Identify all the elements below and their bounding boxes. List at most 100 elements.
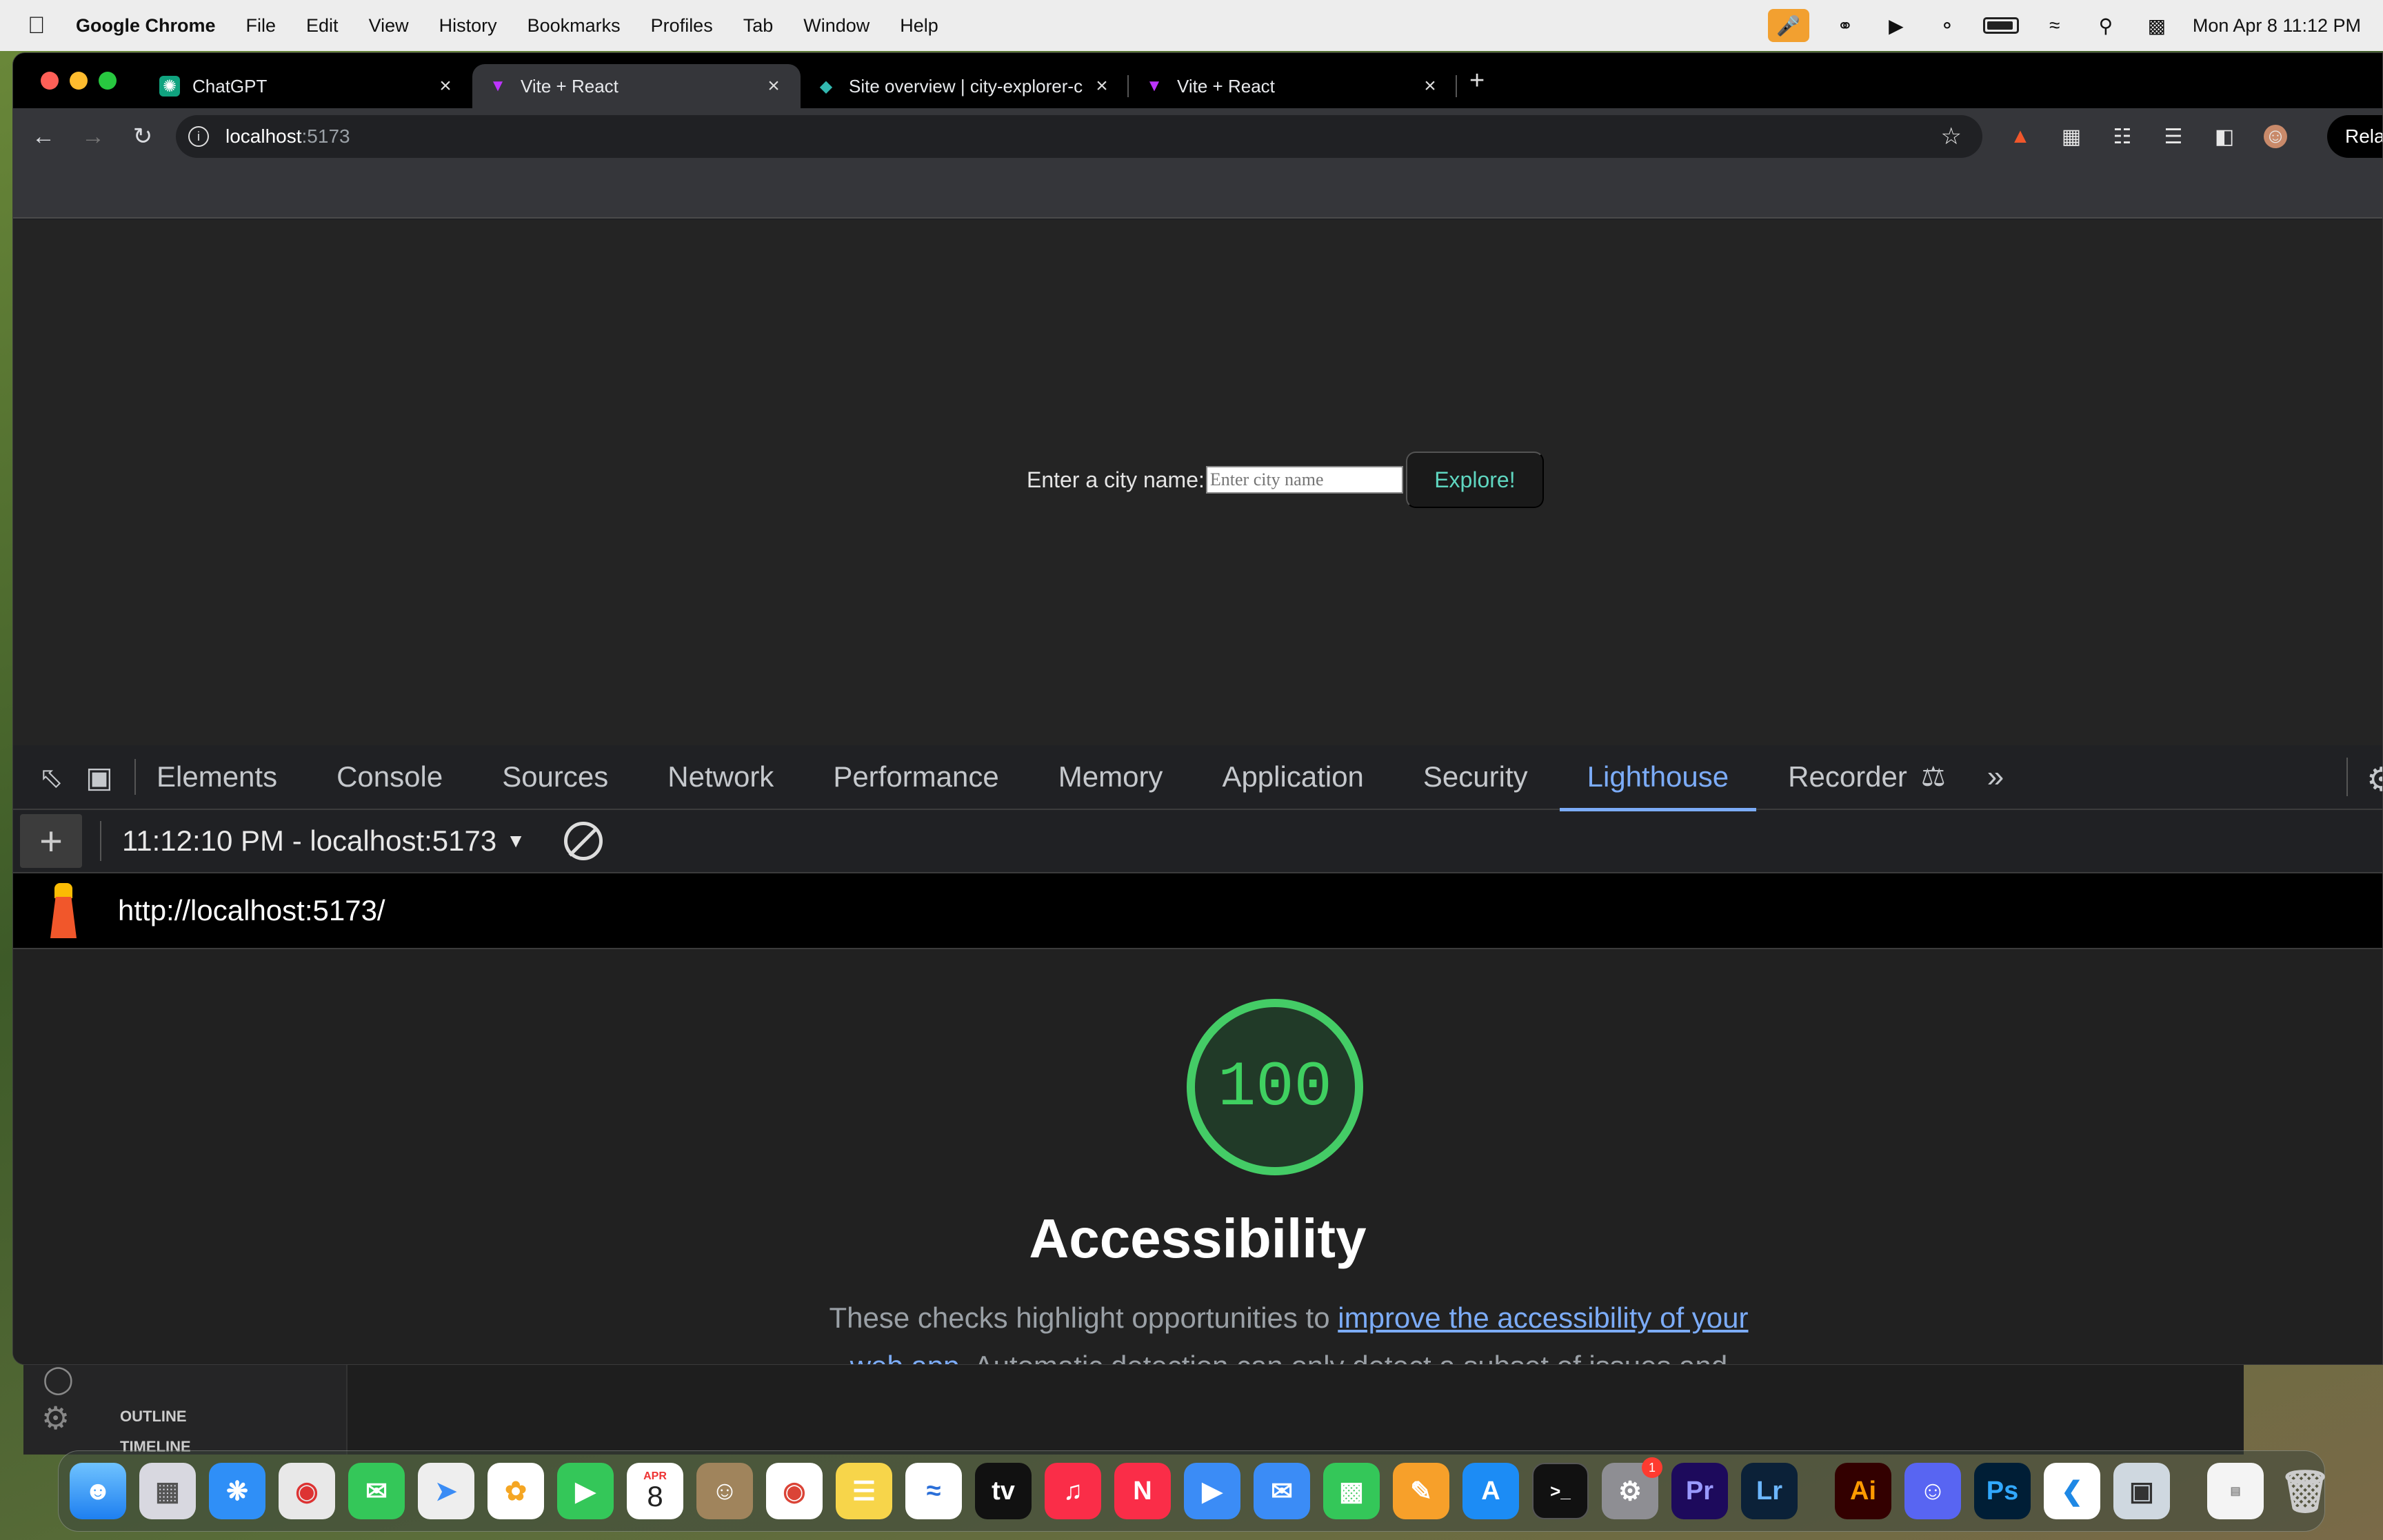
app-store-icon[interactable]: A — [1462, 1463, 1519, 1519]
menu-history[interactable]: History — [439, 15, 497, 37]
device-toolbar-icon[interactable]: ▣ — [75, 760, 123, 794]
menu-profiles[interactable]: Profiles — [651, 15, 713, 37]
tab-performance[interactable]: Performance — [833, 760, 998, 793]
menu-file[interactable]: File — [246, 15, 276, 37]
account-icon[interactable]: ◯ — [43, 1364, 74, 1395]
address-bar[interactable]: i localhost :5173 ☆ — [176, 115, 1982, 158]
tab-recorder[interactable]: Recorder — [1788, 760, 1907, 793]
photoshop-icon[interactable]: Ps — [1974, 1463, 2031, 1519]
menu-tab[interactable]: Tab — [743, 15, 774, 37]
minimize-window-button[interactable] — [70, 72, 88, 90]
close-tab-icon[interactable]: × — [1090, 74, 1114, 98]
news-icon[interactable]: N — [1114, 1463, 1171, 1519]
finder-icon[interactable]: ☻ — [70, 1463, 126, 1519]
apple-menu-icon[interactable]:  — [28, 12, 55, 39]
terminal-icon[interactable]: >_ — [1532, 1463, 1589, 1519]
creative-cloud-icon[interactable]: ⚭ — [1830, 10, 1860, 41]
explore-button[interactable]: Explore! — [1405, 452, 1544, 508]
pages-icon[interactable]: ✎ — [1393, 1463, 1449, 1519]
tab-vite-react[interactable]: ▼ Vite + React × — [1129, 64, 1457, 108]
html-file-icon[interactable]: ▤ — [2207, 1463, 2264, 1519]
notes-icon[interactable]: ☰ — [836, 1463, 892, 1519]
menu-window[interactable]: Window — [803, 15, 869, 37]
city-input[interactable] — [1205, 466, 1403, 494]
facetime-icon[interactable]: ▶ — [557, 1463, 614, 1519]
new-tab-button[interactable]: + — [1469, 66, 1485, 96]
safari-icon[interactable]: ❋ — [209, 1463, 265, 1519]
tab-console[interactable]: Console — [336, 760, 443, 793]
bookmark-star-icon[interactable]: ☆ — [1941, 123, 1962, 150]
menu-bookmarks[interactable]: Bookmarks — [527, 15, 621, 37]
control-center-icon[interactable]: ▩ — [2142, 10, 2172, 41]
media-controls-icon[interactable]: ☰ — [2162, 125, 2185, 149]
profile-avatar[interactable]: ☺ — [2264, 125, 2287, 148]
spotlight-search-icon[interactable]: ⚲ — [2091, 10, 2121, 41]
close-tab-icon[interactable]: × — [1418, 74, 1442, 98]
dropdown-caret-icon[interactable]: ▼ — [506, 830, 525, 852]
trash-icon[interactable]: 🗑 — [2277, 1463, 2333, 1519]
extensions-puzzle-icon[interactable]: ☷ — [2111, 125, 2134, 149]
menu-help[interactable]: Help — [900, 15, 938, 37]
discord-icon[interactable]: ☺ — [1904, 1463, 1961, 1519]
relaunch-button[interactable]: Rela — [2327, 115, 2382, 158]
side-panel-icon[interactable]: ◧ — [2213, 125, 2236, 149]
menu-app-name[interactable]: Google Chrome — [76, 15, 216, 37]
close-tab-icon[interactable]: × — [434, 74, 457, 98]
forward-arrow-icon[interactable]: → — [68, 123, 118, 150]
site-info-icon[interactable]: i — [188, 126, 209, 147]
report-url[interactable]: http://localhost:5173/ — [118, 894, 385, 927]
tab-vite-react-active[interactable]: ▼ Vite + React × — [472, 64, 801, 108]
tab-site-overview[interactable]: ◆ Site overview | city-explorer-c × — [801, 64, 1129, 108]
more-tabs-chevron-icon[interactable]: » — [1987, 760, 2004, 794]
numbers-icon[interactable]: ▩ — [1323, 1463, 1380, 1519]
chrome-icon[interactable]: ◉ — [766, 1463, 823, 1519]
vscode-icon[interactable]: ❮ — [2044, 1463, 2100, 1519]
play-icon[interactable]: ▶ — [1881, 10, 1911, 41]
system-settings-icon[interactable]: ⚙ 1 — [1602, 1457, 1662, 1519]
calendar-icon[interactable]: APR 8 — [627, 1463, 683, 1519]
tab-memory[interactable]: Memory — [1058, 760, 1163, 793]
lighthouse-extension-icon[interactable]: ▲ — [2009, 125, 2032, 148]
settings-gear-icon[interactable]: ⚙ — [2366, 760, 2382, 799]
lightroom-icon[interactable]: Lr — [1741, 1463, 1798, 1519]
manage-gear-icon[interactable]: ⚙ — [41, 1399, 70, 1437]
illustrator-icon[interactable]: Ai — [1835, 1463, 1891, 1519]
premiere-pro-icon[interactable]: Pr — [1671, 1463, 1728, 1519]
menu-edit[interactable]: Edit — [306, 15, 339, 37]
zoom-window-button[interactable] — [99, 72, 117, 90]
tab-lighthouse[interactable]: Lighthouse — [1559, 760, 1756, 811]
inspect-element-icon[interactable]: ⬁ — [27, 760, 75, 794]
report-selector[interactable]: 11:12:10 PM - localhost:5173 — [122, 824, 496, 858]
outline-section[interactable]: OUTLINE — [120, 1408, 187, 1426]
reader-extension-icon[interactable]: ▦ — [2060, 125, 2083, 149]
wifi-icon[interactable]: ≈ — [2040, 10, 2070, 41]
menu-view[interactable]: View — [369, 15, 409, 37]
reload-icon[interactable]: ↻ — [118, 123, 168, 150]
close-window-button[interactable] — [41, 72, 59, 90]
score-gauge[interactable]: 100 — [1187, 999, 1363, 1175]
maps-icon[interactable]: ➤ — [418, 1463, 474, 1519]
keynote-icon[interactable]: ▶ — [1184, 1463, 1240, 1519]
messages-icon[interactable]: ✉ — [348, 1463, 405, 1519]
freeform-icon[interactable]: ≈ — [905, 1463, 962, 1519]
tab-application[interactable]: Application — [1222, 760, 1363, 793]
battery-icon[interactable] — [1982, 17, 2019, 34]
tab-chatgpt[interactable]: ✺ ChatGPT × — [144, 64, 472, 108]
tab-network[interactable]: Network — [667, 760, 774, 793]
contacts-icon[interactable]: ☺ — [696, 1463, 753, 1519]
mail-icon[interactable]: ✉ — [1254, 1463, 1310, 1519]
menu-clock[interactable]: Mon Apr 8 11:12 PM — [2193, 15, 2361, 37]
launchpad-icon[interactable]: ▦ — [139, 1463, 196, 1519]
clear-reports-icon[interactable] — [563, 822, 603, 860]
new-report-plus-icon[interactable]: + — [20, 814, 82, 868]
close-tab-icon[interactable]: × — [762, 74, 785, 98]
tab-sources[interactable]: Sources — [502, 760, 608, 793]
apple-tv-icon[interactable]: tv — [975, 1463, 1032, 1519]
photos-icon[interactable]: ✿ — [487, 1463, 544, 1519]
airpods-icon[interactable]: ⚬ — [1932, 10, 1962, 41]
tab-elements[interactable]: Elements — [157, 760, 277, 793]
photo-booth-icon[interactable]: ◉ — [279, 1463, 335, 1519]
music-icon[interactable]: ♫ — [1045, 1463, 1101, 1519]
back-arrow-icon[interactable]: ← — [19, 123, 68, 150]
microphone-icon[interactable]: 🎤 — [1767, 9, 1809, 42]
